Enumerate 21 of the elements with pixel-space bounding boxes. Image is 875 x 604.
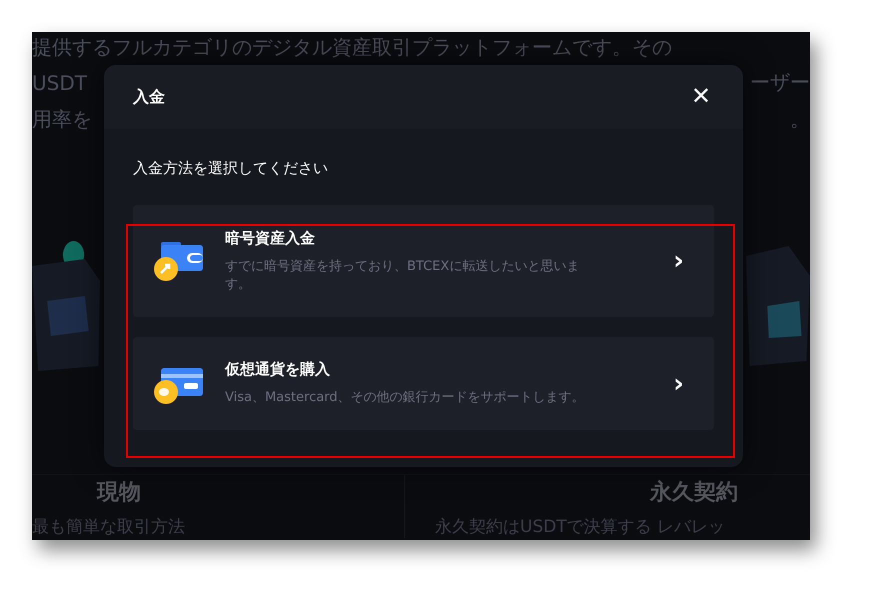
- product-title: 永久契約: [650, 478, 738, 507]
- deposit-option[interactable]: 仮想通貨を購入 Visa、Mastercard、その他の銀行カードをサポートします。 ›: [133, 337, 714, 430]
- option-title: 暗号資産入金: [225, 228, 316, 248]
- background-text: 提供するフルカテゴリのデジタル資産取引プラットフォームです。その: [32, 34, 672, 61]
- deposit-option[interactable]: 暗号資産入金 すでに暗号資産を持っており、BTCEXに転送したいと思います。 ›: [133, 205, 714, 317]
- background-text: 。: [790, 106, 810, 133]
- product-title: 現物: [97, 479, 141, 507]
- option-title: 仮想通貨を購入: [225, 360, 331, 380]
- dialog-prompt: 入金方法を選択してください: [133, 159, 329, 178]
- dialog-title: 入金: [133, 86, 165, 108]
- background-text: ーザー: [750, 69, 810, 96]
- background-text: USDT: [32, 70, 87, 94]
- product-description: 永久契約はUSDTで決算する レバレッ: [435, 516, 726, 538]
- wallet-icon: [153, 239, 205, 283]
- background-text: 用率を: [32, 106, 92, 133]
- close-button[interactable]: ✕: [691, 85, 711, 109]
- chevron-icon: ›: [673, 248, 684, 274]
- option-description: Visa、Mastercard、その他の銀行カードをサポートします。: [225, 389, 586, 407]
- chevron-icon: ›: [673, 370, 684, 396]
- product-description: 最も簡単な取引方法: [32, 516, 186, 538]
- option-description: すでに暗号資産を持っており、BTCEXに転送したいと思います。: [225, 258, 580, 294]
